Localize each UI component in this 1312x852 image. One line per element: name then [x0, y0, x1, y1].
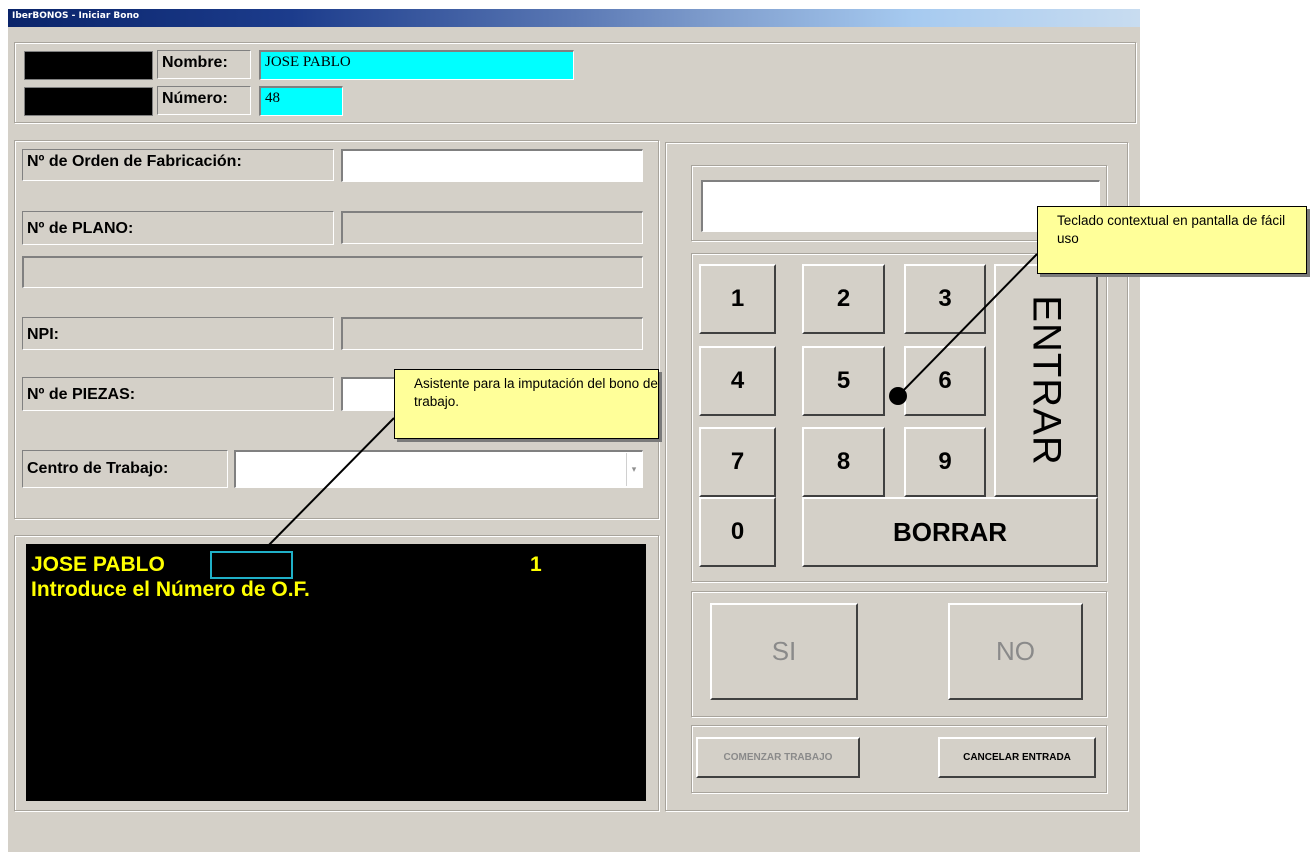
wizard-callout: Asistente para la imputación del bono de… [394, 369, 659, 439]
wizard-leader-line [263, 417, 395, 551]
keypad-leader-line [897, 253, 1038, 397]
keypad-leader-dot [889, 387, 907, 405]
keypad-callout: Teclado contextual en pantalla de fácil … [1037, 206, 1307, 274]
